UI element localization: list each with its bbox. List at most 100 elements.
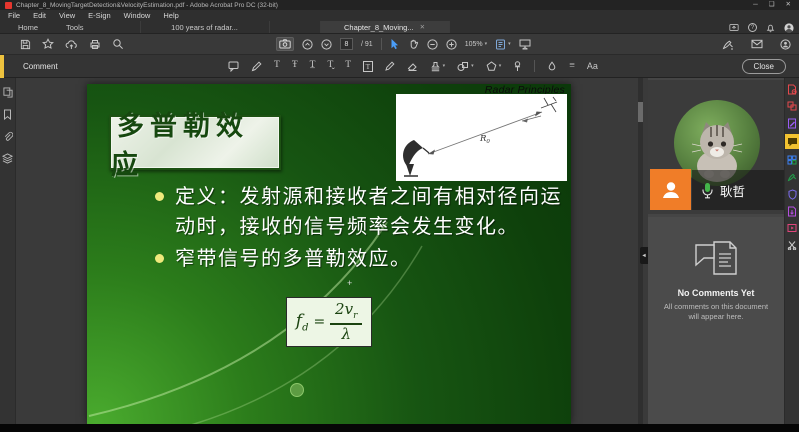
snapshot-tool-icon[interactable]	[276, 37, 294, 51]
right-side-panel: 耿哲 ◄ No Comments Yet All comments on thi…	[648, 78, 784, 424]
fill-color-icon[interactable]	[547, 61, 557, 72]
video-call-overlay: 耿哲	[648, 80, 784, 214]
no-comments-subtitle: All comments on this document will appea…	[663, 302, 769, 322]
radar-diagram: R0	[396, 94, 567, 181]
organize-pages-icon[interactable]	[786, 154, 799, 166]
zoom-in-icon[interactable]	[446, 39, 457, 50]
person-icon	[660, 179, 682, 201]
account-avatar-icon[interactable]	[784, 23, 794, 33]
page-fit-dropdown[interactable]: ▾	[495, 39, 511, 50]
underline-text-icon[interactable]: T̲	[310, 61, 316, 71]
document-pane[interactable]: Radar Principles R0	[16, 78, 648, 424]
bullet2-text: 窄带信号的多普勒效应。	[175, 242, 412, 271]
sticky-note-icon[interactable]	[228, 61, 239, 72]
fill-sign-icon[interactable]	[786, 171, 799, 183]
participant-name-bar: 耿哲	[692, 170, 784, 210]
next-page-icon[interactable]	[321, 39, 332, 50]
comment-tool-icon[interactable]	[785, 134, 799, 149]
page-thumbnails-icon[interactable]	[3, 87, 13, 98]
bookmarks-icon[interactable]	[3, 109, 12, 120]
highlight-pen-icon[interactable]	[251, 61, 262, 72]
line-weight-icon[interactable]: ≡	[569, 61, 575, 71]
eraser-icon[interactable]	[407, 61, 418, 71]
select-tool-icon[interactable]	[390, 38, 400, 50]
export-pdf-icon[interactable]	[786, 83, 799, 95]
presentation-mode-icon[interactable]	[519, 39, 531, 50]
compress-pdf-icon[interactable]	[786, 205, 799, 217]
menu-help[interactable]: Help	[163, 11, 178, 20]
replace-text-icon[interactable]: T	[345, 61, 351, 71]
layers-icon[interactable]	[2, 153, 13, 164]
menu-esign[interactable]: E-Sign	[88, 11, 111, 20]
screen-share-icon[interactable]	[729, 23, 739, 32]
more-tools-icon[interactable]	[786, 239, 799, 251]
sign-pen-icon[interactable]	[722, 39, 734, 50]
zoom-level-dropdown[interactable]: 105%▾	[465, 41, 487, 48]
window-title: Chapter_8_MovingTargetDetection&Velocity…	[16, 2, 749, 9]
print-icon[interactable]	[89, 39, 101, 50]
stamp-icon[interactable]: ▾	[430, 61, 446, 72]
comment-toolbar-divider	[534, 60, 535, 72]
combine-files-icon[interactable]	[786, 100, 799, 112]
previous-page-icon[interactable]	[302, 39, 313, 50]
add-text-comment-icon[interactable]: T	[274, 61, 280, 71]
tab-close-icon[interactable]: ✕	[420, 23, 425, 31]
page-total-label: / 91	[361, 41, 373, 48]
bullet-dot	[155, 192, 164, 201]
polygon-icon[interactable]: ▾	[486, 61, 502, 72]
crosshair-cursor: +	[347, 278, 352, 288]
bullet-dot	[155, 254, 164, 263]
tab-document-2[interactable]: Chapter_8_Moving... ✕	[320, 21, 450, 33]
menu-bar: File Edit View E-Sign Window Help	[0, 10, 799, 21]
notifications-bell-icon[interactable]	[766, 23, 775, 33]
shapes-icon[interactable]: ▾	[457, 61, 474, 72]
cloud-upload-icon[interactable]	[65, 39, 78, 50]
draw-pencil-icon[interactable]	[385, 61, 395, 71]
insert-text-icon[interactable]: T̬	[327, 61, 333, 71]
tools-rail	[784, 78, 799, 424]
capture-bottom-edge	[0, 424, 799, 432]
range-label: R0	[479, 134, 490, 145]
text-box-icon[interactable]: T	[363, 61, 373, 72]
protect-shield-icon[interactable]	[786, 188, 799, 200]
tab-document-1[interactable]: 100 years of radar...	[140, 21, 270, 33]
bullet1-line2: 动时，接收的信号频率会发生变化。	[175, 210, 519, 239]
maximize-button[interactable]: ❑	[769, 0, 775, 10]
edit-pdf-icon[interactable]	[786, 117, 799, 129]
doppler-formula: fd = 2vr λ	[286, 297, 372, 347]
rich-media-icon[interactable]	[786, 222, 799, 234]
comments-panel: ◄ No Comments Yet All comments on this d…	[648, 217, 784, 424]
text-properties-icon[interactable]: Aa	[587, 62, 598, 71]
tab-bar: Home Tools 100 years of radar... Chapter…	[0, 21, 799, 34]
send-email-icon[interactable]	[751, 39, 763, 49]
menu-window[interactable]: Window	[124, 11, 151, 20]
menu-edit[interactable]: Edit	[33, 11, 46, 20]
slide-title: 多普勒效应	[111, 104, 279, 182]
menu-file[interactable]: File	[8, 11, 20, 20]
star-favorites-icon[interactable]	[42, 38, 54, 50]
hand-tool-icon[interactable]	[408, 38, 419, 50]
collapse-panel-arrow[interactable]: ◄	[640, 247, 648, 264]
participant-name: 耿哲	[720, 181, 745, 200]
share-person-icon[interactable]	[780, 39, 791, 50]
participant-placeholder-tile	[650, 169, 691, 210]
menu-view[interactable]: View	[59, 11, 75, 20]
tab-tools[interactable]: Tools	[56, 21, 94, 33]
close-comment-button[interactable]: Close	[742, 59, 786, 74]
bullet1-line1: 定义：发射源和接收者之间有相对径向运	[175, 180, 562, 209]
toolbar-divider	[381, 38, 382, 50]
strikethrough-text-icon[interactable]: Ŧ	[292, 61, 298, 71]
scrollbar-thumb[interactable]	[638, 102, 643, 122]
tab-home[interactable]: Home	[8, 21, 48, 33]
save-icon[interactable]	[20, 39, 31, 50]
comment-toolbar: Comment T Ŧ T̲ T̬ T T ▾ ▾ ▾ ≡ Aa Close	[0, 55, 799, 78]
search-icon[interactable]	[112, 38, 124, 50]
help-icon[interactable]: ?	[748, 23, 757, 32]
zoom-out-icon[interactable]	[427, 39, 438, 50]
comment-accent-bar	[0, 55, 4, 78]
attachments-paperclip-icon[interactable]	[3, 131, 13, 142]
close-window-button[interactable]: ✕	[786, 0, 791, 10]
minimize-button[interactable]: ─	[753, 0, 758, 10]
pin-attachment-icon[interactable]	[513, 61, 522, 72]
page-number-input[interactable]: 8	[340, 38, 353, 50]
